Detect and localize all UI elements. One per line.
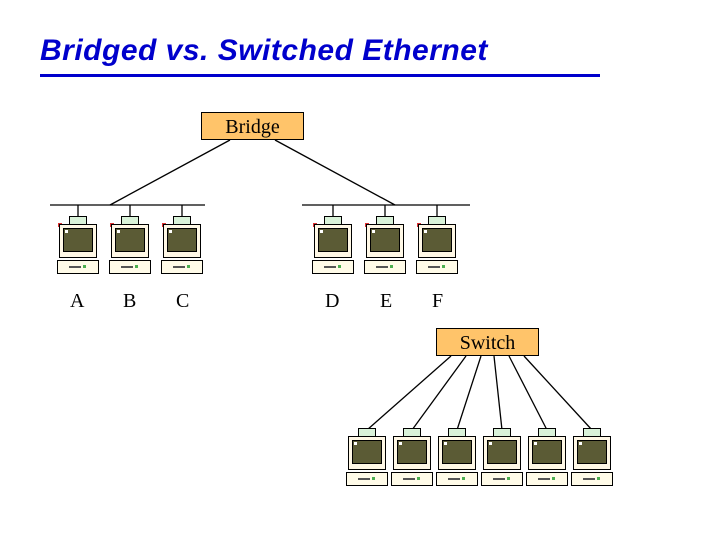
host-f-icon bbox=[414, 216, 460, 278]
host-label-b: B bbox=[123, 290, 136, 313]
host-b-icon bbox=[107, 216, 153, 278]
page-title: Bridged vs. Switched Ethernet bbox=[40, 34, 488, 68]
switch-host-2-icon bbox=[389, 428, 435, 490]
switch-host-5-icon bbox=[524, 428, 570, 490]
host-d-icon bbox=[310, 216, 356, 278]
switch-host-1-icon bbox=[344, 428, 390, 490]
host-e-icon bbox=[362, 216, 408, 278]
host-label-e: E bbox=[380, 290, 392, 313]
host-a-icon bbox=[55, 216, 101, 278]
host-label-d: D bbox=[325, 290, 339, 313]
bridge-label: Bridge bbox=[225, 116, 279, 138]
host-label-c: C bbox=[176, 290, 189, 313]
switch-host-6-icon bbox=[569, 428, 615, 490]
switch-device: Switch bbox=[436, 328, 539, 356]
diagram-stage: Bridged vs. Switched Ethernet Bridge bbox=[0, 0, 720, 540]
switch-host-4-icon bbox=[479, 428, 525, 490]
switch-host-3-icon bbox=[434, 428, 480, 490]
switch-label: Switch bbox=[460, 332, 516, 354]
host-label-f: F bbox=[432, 290, 443, 313]
host-label-a: A bbox=[70, 290, 84, 313]
title-underline bbox=[40, 74, 600, 77]
host-c-icon bbox=[159, 216, 205, 278]
bridge-device: Bridge bbox=[201, 112, 304, 140]
